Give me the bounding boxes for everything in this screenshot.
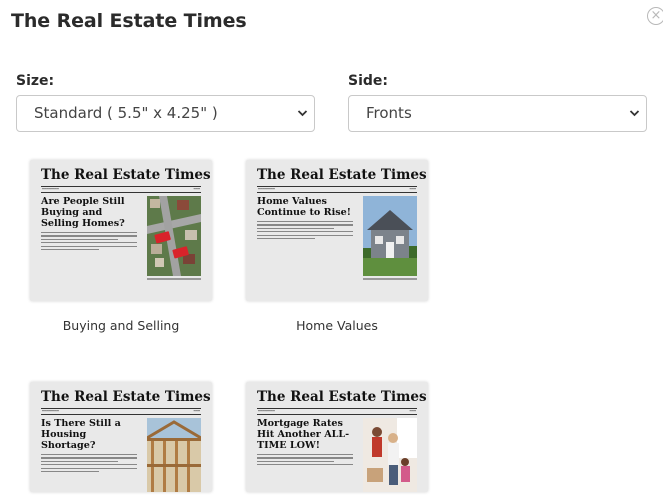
chevron-down-icon [629,96,640,145]
newspaper-footer-line [147,278,201,280]
template-label: Home Values [296,318,378,333]
chevron-down-icon [297,96,308,145]
newspaper-text-lines [41,454,137,473]
newspaper-masthead: The Real Estate Times [41,389,211,405]
aerial-houses-photo [147,196,201,276]
template-card-buying-selling[interactable]: The Real Estate Times ━━━━━━━━ ━━━ Are Pe… [30,160,212,333]
house-framing-photo [147,418,201,492]
newspaper-body: Mortgage Rates Hit Another ALL-TIME LOW! [257,418,417,492]
side-label: Side: [348,73,388,89]
newspaper-headline: Mortgage Rates Hit Another ALL-TIME LOW! [257,418,350,451]
size-select[interactable]: Standard ( 5.5" x 4.25" ) [16,95,315,132]
template-thumbnail[interactable]: The Real Estate Times ━━━━━━━━ ━━━ Are Pe… [30,160,212,301]
newspaper-masthead: The Real Estate Times [257,389,427,405]
family-moving-photo [363,418,417,492]
newspaper-headline: Home Values Continue to Rise! [257,196,351,218]
newspaper-text-lines [257,221,353,240]
house-exterior-photo [363,196,417,276]
newspaper-footer-line [363,278,417,280]
size-select-value: Standard ( 5.5" x 4.25" ) [34,104,218,122]
newspaper-masthead: The Real Estate Times [41,167,211,183]
newspaper-text-lines [257,454,353,466]
newspaper-rule: ━━━━━━━━ ━━━ [257,186,417,193]
newspaper-text-lines [41,232,137,251]
size-label: Size: [16,73,55,89]
modal-title: The Real Estate Times [11,10,247,32]
template-thumbnail[interactable]: The Real Estate Times ━━━━━━━━ ━━━ Home V… [246,160,428,301]
template-card-housing-shortage[interactable]: The Real Estate Times ━━━━━━━━ ━━━ Is The… [30,382,212,492]
template-card-mortgage-rates[interactable]: The Real Estate Times ━━━━━━━━ ━━━ Mortga… [246,382,428,492]
newspaper-headline: Is There Still a Housing Shortage? [41,418,121,451]
newspaper-body: Are People Still Buying and Selling Home… [41,196,201,280]
newspaper-rule: ━━━━━━━━ ━━━ [257,408,417,415]
template-label: Buying and Selling [62,318,180,333]
side-select[interactable]: Fronts [348,95,647,132]
newspaper-headline: Are People Still Buying and Selling Home… [41,196,125,229]
newspaper-masthead: The Real Estate Times [257,167,427,183]
newspaper-rule: ━━━━━━━━ ━━━ [41,186,201,193]
newspaper-body: Is There Still a Housing Shortage? [41,418,201,492]
newspaper-rule: ━━━━━━━━ ━━━ [41,408,201,415]
template-thumbnail[interactable]: The Real Estate Times ━━━━━━━━ ━━━ Mortga… [246,382,428,492]
template-thumbnail[interactable]: The Real Estate Times ━━━━━━━━ ━━━ Is The… [30,382,212,492]
side-select-value: Fronts [366,104,412,122]
template-card-home-values[interactable]: The Real Estate Times ━━━━━━━━ ━━━ Home V… [246,160,428,333]
close-icon[interactable]: × [647,7,663,25]
newspaper-body: Home Values Continue to Rise! [257,196,417,280]
